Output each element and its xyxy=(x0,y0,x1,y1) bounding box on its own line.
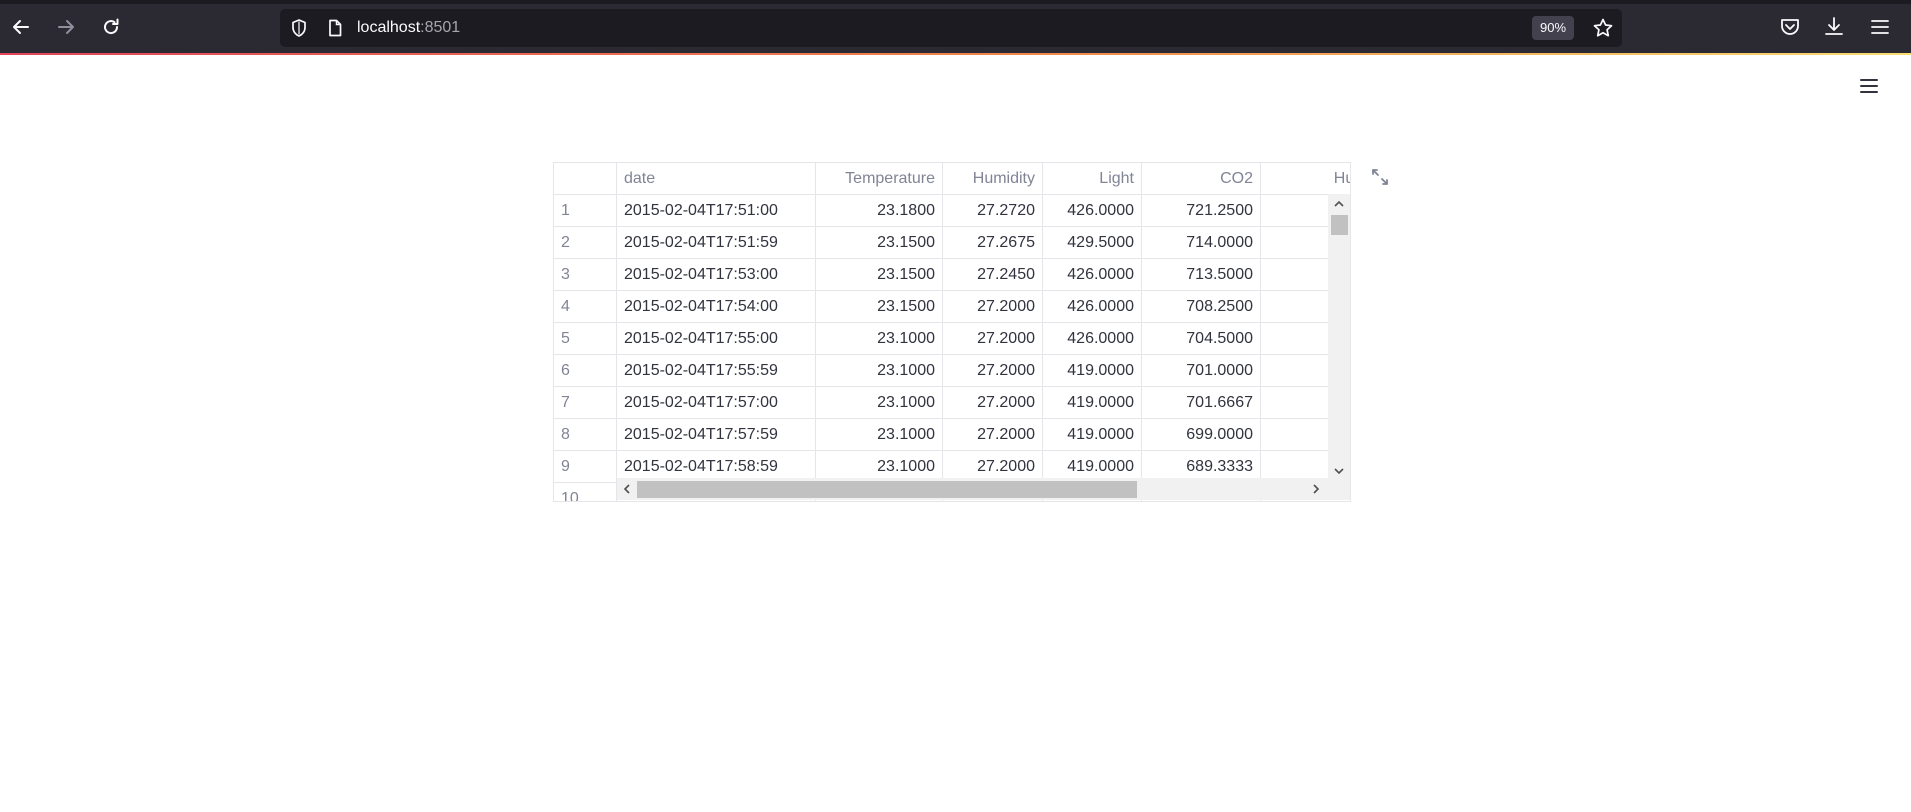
fullscreen-expand-icon[interactable] xyxy=(1370,167,1390,187)
scroll-right-icon[interactable] xyxy=(1310,483,1322,495)
table-cell-co2[interactable]: 713.5000 xyxy=(1142,259,1261,291)
page-icon[interactable] xyxy=(325,18,345,38)
table-cell-date[interactable]: 2015-02-04T17:57:00 xyxy=(617,387,816,419)
table-cell-light[interactable]: 429.5000 xyxy=(1043,227,1142,259)
hamburger-menu-icon[interactable] xyxy=(1868,15,1892,39)
row-index-cell[interactable]: 2 xyxy=(554,227,617,259)
table-row[interactable]: 1 2015-02-04T17:51:00 23.1800 27.2720 426.00… xyxy=(554,195,1350,227)
table-cell-co2[interactable]: 714.0000 xyxy=(1142,227,1261,259)
row-index-cell[interactable]: 4 xyxy=(554,291,617,323)
scrollbar-corner xyxy=(1328,478,1350,500)
table-row[interactable]: 6 2015-02-04T17:55:59 23.1000 27.2000 419.00… xyxy=(554,355,1350,387)
tab-strip-edge xyxy=(0,0,1911,4)
table-cell-light[interactable]: 419.0000 xyxy=(1043,355,1142,387)
table-cell-date[interactable]: 2015-02-04T17:57:59 xyxy=(617,419,816,451)
table-cell-temperature[interactable]: 23.1000 xyxy=(816,323,943,355)
table-cell-light[interactable]: 426.0000 xyxy=(1043,259,1142,291)
table-cell-humidity[interactable]: 27.2000 xyxy=(943,291,1043,323)
table-cell-humidity[interactable]: 27.2450 xyxy=(943,259,1043,291)
row-index-cell[interactable]: 1 xyxy=(554,195,617,227)
reload-button[interactable] xyxy=(97,13,125,41)
table-cell-date[interactable]: 2015-02-04T17:54:00 xyxy=(617,291,816,323)
vertical-scroll-thumb[interactable] xyxy=(1331,215,1348,235)
vertical-scrollbar[interactable] xyxy=(1328,194,1350,483)
table-cell-humidity[interactable]: 27.2675 xyxy=(943,227,1043,259)
row-index-cell[interactable]: 10 xyxy=(554,483,617,501)
table-cell-light[interactable]: 426.0000 xyxy=(1043,195,1142,227)
table-cell-humidity[interactable]: 27.2000 xyxy=(943,419,1043,451)
table-cell-humidity[interactable]: 27.2000 xyxy=(943,355,1043,387)
column-header-date[interactable]: date xyxy=(617,163,816,195)
table-cell-co2[interactable]: 701.6667 xyxy=(1142,387,1261,419)
table-cell-co2[interactable]: 699.0000 xyxy=(1142,419,1261,451)
app-menu-icon[interactable] xyxy=(1858,75,1880,97)
table-cell-light[interactable]: 426.0000 xyxy=(1043,323,1142,355)
table-cell-light[interactable]: 419.0000 xyxy=(1043,387,1142,419)
forward-button[interactable] xyxy=(52,13,80,41)
back-arrow-icon xyxy=(13,20,29,34)
table-row[interactable]: 8 2015-02-04T17:57:59 23.1000 27.2000 419.00… xyxy=(554,419,1350,451)
table-cell-light[interactable]: 419.0000 xyxy=(1043,419,1142,451)
url-host: localhost xyxy=(357,19,421,36)
pocket-icon[interactable] xyxy=(1778,15,1802,39)
url-port: :8501 xyxy=(420,19,461,36)
url-text[interactable]: localhost:8501 xyxy=(357,9,460,47)
horizontal-scrollbar[interactable] xyxy=(617,478,1328,500)
back-button[interactable] xyxy=(7,13,35,41)
table-cell-light[interactable]: 426.0000 xyxy=(1043,291,1142,323)
row-index-cell[interactable]: 6 xyxy=(554,355,617,387)
table-cell-date[interactable]: 2015-02-04T17:55:00 xyxy=(617,323,816,355)
table-cell-temperature[interactable]: 23.1800 xyxy=(816,195,943,227)
table-row[interactable]: 2 2015-02-04T17:51:59 23.1500 27.2675 429.50… xyxy=(554,227,1350,259)
table-cell-temperature[interactable]: 23.1000 xyxy=(816,387,943,419)
column-header-co2[interactable]: CO2 xyxy=(1142,163,1261,195)
row-index-cell[interactable]: 3 xyxy=(554,259,617,291)
horizontal-scroll-thumb[interactable] xyxy=(637,481,1137,498)
dataframe-grid[interactable]: dateTemperatureHumidityLightCO2Humidit12… xyxy=(553,162,1351,502)
table-cell-humidity[interactable]: 27.2000 xyxy=(943,387,1043,419)
table-cell-co2[interactable]: 708.2500 xyxy=(1142,291,1261,323)
table-cell-date[interactable]: 2015-02-04T17:51:00 xyxy=(617,195,816,227)
column-header-index[interactable] xyxy=(554,163,617,195)
table-row[interactable]: 3 2015-02-04T17:53:00 23.1500 27.2450 426.00… xyxy=(554,259,1350,291)
table-row[interactable]: 5 2015-02-04T17:55:00 23.1000 27.2000 426.00… xyxy=(554,323,1350,355)
column-header-humidity-ratio[interactable]: Humidit xyxy=(1261,163,1350,195)
table-cell-humidity[interactable]: 27.2000 xyxy=(943,323,1043,355)
table-row[interactable]: 4 2015-02-04T17:54:00 23.1500 27.2000 426.00… xyxy=(554,291,1350,323)
table-cell-date[interactable]: 2015-02-04T17:55:59 xyxy=(617,355,816,387)
scroll-up-icon[interactable] xyxy=(1333,198,1345,210)
star-icon[interactable] xyxy=(1592,17,1614,39)
table-header-row: dateTemperatureHumidityLightCO2Humidit xyxy=(554,163,1350,195)
table-cell-humidity[interactable]: 27.2720 xyxy=(943,195,1043,227)
row-index-cell[interactable]: 7 xyxy=(554,387,617,419)
zoom-level-badge[interactable]: 90% xyxy=(1532,16,1575,40)
table-row[interactable]: 7 2015-02-04T17:57:00 23.1000 27.2000 419.00… xyxy=(554,387,1350,419)
scroll-down-icon[interactable] xyxy=(1333,465,1345,477)
row-index-cell[interactable]: 5 xyxy=(554,323,617,355)
row-index-cell[interactable]: 8 xyxy=(554,419,617,451)
table-cell-date[interactable]: 2015-02-04T17:53:00 xyxy=(617,259,816,291)
forward-arrow-icon xyxy=(58,20,74,34)
table-cell-temperature[interactable]: 23.1500 xyxy=(816,227,943,259)
table-cell-temperature[interactable]: 23.1500 xyxy=(816,259,943,291)
reload-icon xyxy=(104,18,119,35)
shield-icon[interactable] xyxy=(289,18,309,38)
address-bar[interactable]: localhost:8501 90% xyxy=(280,9,1622,47)
table-cell-co2[interactable]: 721.2500 xyxy=(1142,195,1261,227)
download-icon[interactable] xyxy=(1822,15,1846,39)
table-cell-co2[interactable]: 704.5000 xyxy=(1142,323,1261,355)
column-header-temperature[interactable]: Temperature xyxy=(816,163,943,195)
loading-accent-line xyxy=(0,53,1911,55)
browser-toolbar: localhost:8501 90% xyxy=(0,0,1911,53)
scroll-left-icon[interactable] xyxy=(621,483,633,495)
row-index-cell[interactable]: 9 xyxy=(554,451,617,483)
column-header-humidity[interactable]: Humidity xyxy=(943,163,1043,195)
table-cell-date[interactable]: 2015-02-04T17:51:59 xyxy=(617,227,816,259)
table-cell-temperature[interactable]: 23.1000 xyxy=(816,355,943,387)
table-cell-co2[interactable]: 701.0000 xyxy=(1142,355,1261,387)
table-cell-temperature[interactable]: 23.1500 xyxy=(816,291,943,323)
column-header-light[interactable]: Light xyxy=(1043,163,1142,195)
table-cell-temperature[interactable]: 23.1000 xyxy=(816,419,943,451)
